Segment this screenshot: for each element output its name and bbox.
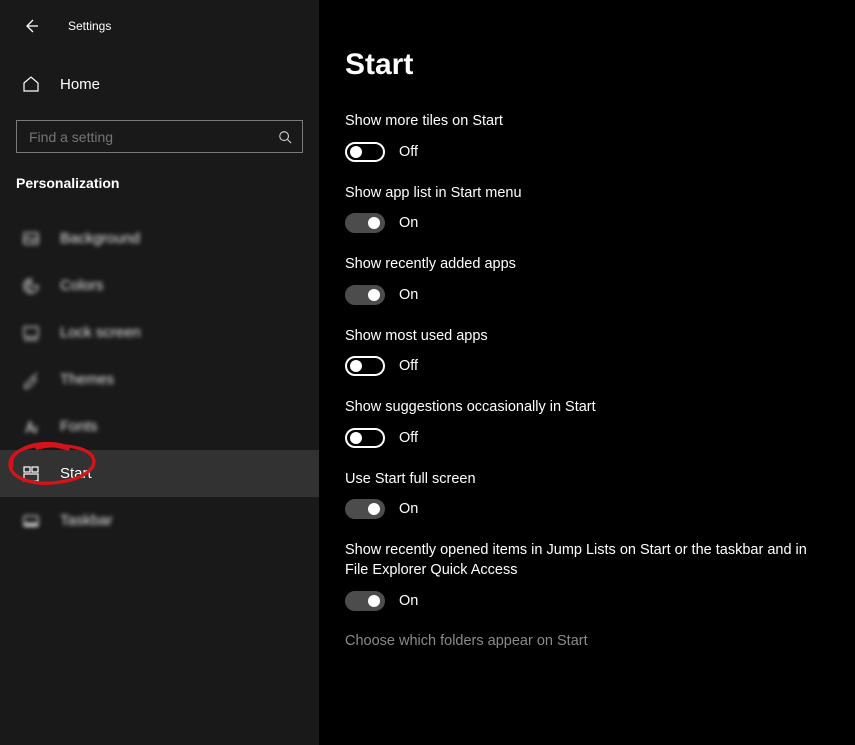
background-icon	[22, 230, 40, 248]
setting-label-most_used: Show most used apps	[345, 327, 815, 347]
toggle-jump_lists[interactable]	[345, 591, 385, 611]
toggle-state-most_used: Off	[399, 358, 418, 374]
toggle-state-full_screen: On	[399, 501, 418, 517]
search-box[interactable]	[16, 120, 303, 153]
setting-label-suggestions: Show suggestions occasionally in Start	[345, 398, 815, 418]
sidebar-item-fonts[interactable]: Fonts	[0, 403, 319, 450]
settings-list: Show more tiles on Start Off Show app list…	[345, 112, 819, 611]
search-icon	[278, 130, 292, 144]
setting-app_list: Show app list in Start menu On	[345, 184, 819, 234]
toggle-suggestions[interactable]	[345, 428, 385, 448]
toggle-full_screen[interactable]	[345, 499, 385, 519]
sidebar-item-label: Start	[60, 465, 92, 482]
sidebar-item-colors[interactable]: Colors	[0, 262, 319, 309]
toggle-most_used[interactable]	[345, 356, 385, 376]
back-icon[interactable]	[22, 17, 40, 35]
setting-suggestions: Show suggestions occasionally in Start Of…	[345, 398, 819, 448]
sidebar-item-lockscreen[interactable]: Lock screen	[0, 309, 319, 356]
home-icon	[22, 75, 40, 93]
home-label: Home	[60, 76, 100, 93]
setting-jump_lists: Show recently opened items in Jump Lists…	[345, 541, 819, 610]
sidebar-item-label: Taskbar	[60, 512, 113, 529]
toggle-state-more_tiles: Off	[399, 144, 418, 160]
setting-label-more_tiles: Show more tiles on Start	[345, 112, 815, 132]
toggle-recently_added[interactable]	[345, 285, 385, 305]
setting-more_tiles: Show more tiles on Start Off	[345, 112, 819, 162]
start-icon	[22, 465, 40, 483]
setting-label-jump_lists: Show recently opened items in Jump Lists…	[345, 541, 815, 580]
fonts-icon	[22, 418, 40, 436]
toggle-state-recently_added: On	[399, 287, 418, 303]
toggle-state-app_list: On	[399, 215, 418, 231]
toggle-more_tiles[interactable]	[345, 142, 385, 162]
sidebar-item-taskbar[interactable]: Taskbar	[0, 497, 319, 544]
setting-label-app_list: Show app list in Start menu	[345, 184, 815, 204]
search-input[interactable]	[27, 128, 278, 146]
setting-label-full_screen: Use Start full screen	[345, 470, 815, 490]
toggle-state-jump_lists: On	[399, 593, 418, 609]
sidebar-item-label: Colors	[60, 277, 103, 294]
folders-link[interactable]: Choose which folders appear on Start	[345, 633, 819, 649]
themes-icon	[22, 371, 40, 389]
setting-label-recently_added: Show recently added apps	[345, 255, 815, 275]
window-title: Settings	[68, 19, 111, 33]
main-panel: Start Show more tiles on Start Off Show ap…	[319, 0, 855, 745]
setting-most_used: Show most used apps Off	[345, 327, 819, 377]
sidebar-item-background[interactable]: Background	[0, 215, 319, 262]
sidebar-item-label: Themes	[60, 371, 114, 388]
lockscreen-icon	[22, 324, 40, 342]
home-button[interactable]: Home	[0, 62, 319, 106]
sidebar: Settings Home Personalization Background…	[0, 0, 319, 745]
sidebar-item-themes[interactable]: Themes	[0, 356, 319, 403]
toggle-state-suggestions: Off	[399, 430, 418, 446]
setting-recently_added: Show recently added apps On	[345, 255, 819, 305]
colors-icon	[22, 277, 40, 295]
sidebar-item-label: Fonts	[60, 418, 98, 435]
setting-full_screen: Use Start full screen On	[345, 470, 819, 520]
taskbar-icon	[22, 512, 40, 530]
page-title: Start	[345, 48, 819, 82]
toggle-app_list[interactable]	[345, 213, 385, 233]
category-label: Personalization	[0, 153, 319, 203]
sidebar-item-start[interactable]: Start	[0, 450, 319, 497]
sidebar-item-label: Lock screen	[60, 324, 141, 341]
sidebar-nav: Background Colors Lock screen Themes Fonts St…	[0, 215, 319, 544]
sidebar-item-label: Background	[60, 230, 140, 247]
